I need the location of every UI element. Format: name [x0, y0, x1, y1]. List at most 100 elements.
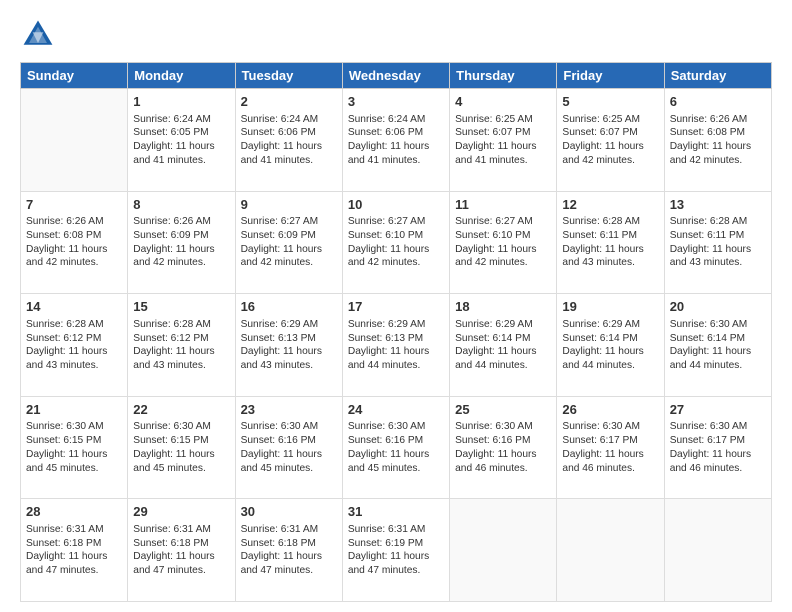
calendar-cell: [21, 89, 128, 192]
day-number: 10: [348, 196, 444, 214]
weekday-wednesday: Wednesday: [342, 63, 449, 89]
weekday-saturday: Saturday: [664, 63, 771, 89]
header: [20, 16, 772, 52]
day-info: Sunrise: 6:25 AM Sunset: 6:07 PM Dayligh…: [455, 113, 551, 168]
day-info: Sunrise: 6:26 AM Sunset: 6:08 PM Dayligh…: [26, 215, 122, 270]
day-number: 3: [348, 93, 444, 111]
day-info: Sunrise: 6:25 AM Sunset: 6:07 PM Dayligh…: [562, 113, 658, 168]
day-info: Sunrise: 6:30 AM Sunset: 6:15 PM Dayligh…: [133, 420, 229, 475]
day-number: 26: [562, 401, 658, 419]
day-number: 14: [26, 298, 122, 316]
day-info: Sunrise: 6:29 AM Sunset: 6:13 PM Dayligh…: [348, 318, 444, 373]
day-number: 29: [133, 503, 229, 521]
calendar-cell: 7Sunrise: 6:26 AM Sunset: 6:08 PM Daylig…: [21, 191, 128, 294]
logo-icon: [20, 16, 56, 52]
day-number: 7: [26, 196, 122, 214]
week-row-4: 28 Sunrise: 6:31 AM Sunset: 6:18 PM Dayli…: [21, 499, 772, 602]
calendar-cell: 28 Sunrise: 6:31 AM Sunset: 6:18 PM Dayli…: [21, 499, 128, 602]
day-info: Sunrise: 6:27 AM Sunset: 6:10 PM Dayligh…: [348, 215, 444, 270]
logo: [20, 16, 60, 52]
calendar-cell: 10Sunrise: 6:27 AM Sunset: 6:10 PM Dayli…: [342, 191, 449, 294]
day-info: Sunrise: 6:27 AM Sunset: 6:09 PM Dayligh…: [241, 215, 337, 270]
calendar-cell: 18 Sunrise: 6:29 AM Sunset: 6:14 PM Dayli…: [450, 294, 557, 397]
weekday-monday: Monday: [128, 63, 235, 89]
calendar-cell: 11Sunrise: 6:27 AM Sunset: 6:10 PM Dayli…: [450, 191, 557, 294]
calendar: SundayMondayTuesdayWednesdayThursdayFrid…: [20, 62, 772, 602]
day-info: Sunrise: 6:30 AM Sunset: 6:16 PM Dayligh…: [348, 420, 444, 475]
calendar-cell: 25Sunrise: 6:30 AM Sunset: 6:16 PM Dayli…: [450, 396, 557, 499]
day-info: Sunrise: 6:29 AM Sunset: 6:13 PM Dayligh…: [241, 318, 337, 373]
calendar-cell: 4 Sunrise: 6:25 AM Sunset: 6:07 PM Daylig…: [450, 89, 557, 192]
day-info: Sunrise: 6:24 AM Sunset: 6:06 PM Dayligh…: [241, 113, 337, 168]
day-info: Sunrise: 6:24 AM Sunset: 6:06 PM Dayligh…: [348, 113, 444, 168]
calendar-cell: 20Sunrise: 6:30 AM Sunset: 6:14 PM Dayli…: [664, 294, 771, 397]
day-info: Sunrise: 6:30 AM Sunset: 6:16 PM Dayligh…: [455, 420, 551, 475]
calendar-cell: 14 Sunrise: 6:28 AM Sunset: 6:12 PM Dayli…: [21, 294, 128, 397]
day-number: 11: [455, 196, 551, 214]
calendar-cell: 30 Sunrise: 6:31 AM Sunset: 6:18 PM Dayli…: [235, 499, 342, 602]
day-info: Sunrise: 6:29 AM Sunset: 6:14 PM Dayligh…: [562, 318, 658, 373]
day-number: 8: [133, 196, 229, 214]
calendar-cell: 12Sunrise: 6:28 AM Sunset: 6:11 PM Dayli…: [557, 191, 664, 294]
day-info: Sunrise: 6:28 AM Sunset: 6:11 PM Dayligh…: [562, 215, 658, 270]
day-info: Sunrise: 6:31 AM Sunset: 6:19 PM Dayligh…: [348, 523, 444, 578]
day-number: 30: [241, 503, 337, 521]
day-number: 5: [562, 93, 658, 111]
calendar-cell: [450, 499, 557, 602]
day-info: Sunrise: 6:28 AM Sunset: 6:12 PM Dayligh…: [26, 318, 122, 373]
week-row-2: 14 Sunrise: 6:28 AM Sunset: 6:12 PM Dayli…: [21, 294, 772, 397]
calendar-cell: 2 Sunrise: 6:24 AM Sunset: 6:06 PM Daylig…: [235, 89, 342, 192]
day-number: 23: [241, 401, 337, 419]
calendar-cell: 29 Sunrise: 6:31 AM Sunset: 6:18 PM Dayli…: [128, 499, 235, 602]
day-info: Sunrise: 6:29 AM Sunset: 6:14 PM Dayligh…: [455, 318, 551, 373]
day-number: 13: [670, 196, 766, 214]
day-number: 19: [562, 298, 658, 316]
day-info: Sunrise: 6:31 AM Sunset: 6:18 PM Dayligh…: [241, 523, 337, 578]
calendar-cell: 31 Sunrise: 6:31 AM Sunset: 6:19 PM Dayli…: [342, 499, 449, 602]
calendar-cell: 19 Sunrise: 6:29 AM Sunset: 6:14 PM Dayli…: [557, 294, 664, 397]
weekday-sunday: Sunday: [21, 63, 128, 89]
day-info: Sunrise: 6:30 AM Sunset: 6:16 PM Dayligh…: [241, 420, 337, 475]
calendar-cell: 27Sunrise: 6:30 AM Sunset: 6:17 PM Dayli…: [664, 396, 771, 499]
calendar-cell: [664, 499, 771, 602]
calendar-cell: 3 Sunrise: 6:24 AM Sunset: 6:06 PM Daylig…: [342, 89, 449, 192]
day-info: Sunrise: 6:28 AM Sunset: 6:11 PM Dayligh…: [670, 215, 766, 270]
day-number: 22: [133, 401, 229, 419]
weekday-friday: Friday: [557, 63, 664, 89]
day-info: Sunrise: 6:30 AM Sunset: 6:15 PM Dayligh…: [26, 420, 122, 475]
calendar-cell: 6Sunrise: 6:26 AM Sunset: 6:08 PM Daylig…: [664, 89, 771, 192]
day-number: 18: [455, 298, 551, 316]
day-info: Sunrise: 6:31 AM Sunset: 6:18 PM Dayligh…: [133, 523, 229, 578]
calendar-cell: 23Sunrise: 6:30 AM Sunset: 6:16 PM Dayli…: [235, 396, 342, 499]
week-row-0: 1Sunrise: 6:24 AM Sunset: 6:05 PM Daylig…: [21, 89, 772, 192]
day-info: Sunrise: 6:31 AM Sunset: 6:18 PM Dayligh…: [26, 523, 122, 578]
weekday-header: SundayMondayTuesdayWednesdayThursdayFrid…: [21, 63, 772, 89]
day-number: 24: [348, 401, 444, 419]
calendar-cell: 8Sunrise: 6:26 AM Sunset: 6:09 PM Daylig…: [128, 191, 235, 294]
day-number: 27: [670, 401, 766, 419]
calendar-cell: 16Sunrise: 6:29 AM Sunset: 6:13 PM Dayli…: [235, 294, 342, 397]
calendar-cell: 1Sunrise: 6:24 AM Sunset: 6:05 PM Daylig…: [128, 89, 235, 192]
day-info: Sunrise: 6:26 AM Sunset: 6:09 PM Dayligh…: [133, 215, 229, 270]
day-number: 15: [133, 298, 229, 316]
day-number: 9: [241, 196, 337, 214]
day-number: 1: [133, 93, 229, 111]
calendar-cell: 13Sunrise: 6:28 AM Sunset: 6:11 PM Dayli…: [664, 191, 771, 294]
calendar-cell: 15Sunrise: 6:28 AM Sunset: 6:12 PM Dayli…: [128, 294, 235, 397]
calendar-cell: [557, 499, 664, 602]
calendar-cell: 9Sunrise: 6:27 AM Sunset: 6:09 PM Daylig…: [235, 191, 342, 294]
day-number: 4: [455, 93, 551, 111]
calendar-cell: 22Sunrise: 6:30 AM Sunset: 6:15 PM Dayli…: [128, 396, 235, 499]
day-number: 20: [670, 298, 766, 316]
calendar-body: 1Sunrise: 6:24 AM Sunset: 6:05 PM Daylig…: [21, 89, 772, 602]
day-info: Sunrise: 6:26 AM Sunset: 6:08 PM Dayligh…: [670, 113, 766, 168]
day-number: 12: [562, 196, 658, 214]
day-number: 31: [348, 503, 444, 521]
week-row-3: 21Sunrise: 6:30 AM Sunset: 6:15 PM Dayli…: [21, 396, 772, 499]
day-number: 28: [26, 503, 122, 521]
day-number: 25: [455, 401, 551, 419]
day-number: 17: [348, 298, 444, 316]
day-number: 2: [241, 93, 337, 111]
weekday-thursday: Thursday: [450, 63, 557, 89]
day-info: Sunrise: 6:27 AM Sunset: 6:10 PM Dayligh…: [455, 215, 551, 270]
